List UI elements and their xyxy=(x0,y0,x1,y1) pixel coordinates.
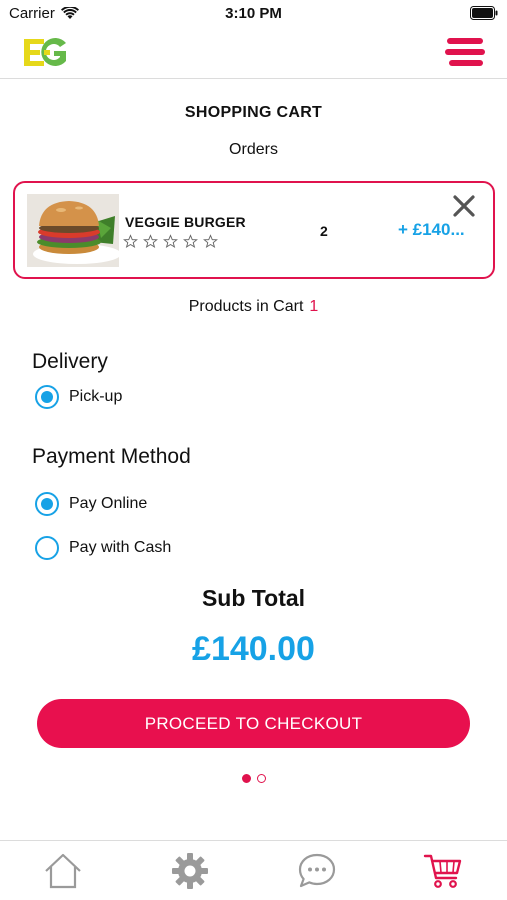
star-outline-icon[interactable] xyxy=(143,234,158,249)
payment-option-cash[interactable]: Pay with Cash xyxy=(35,535,171,561)
payment-method-heading: Payment Method xyxy=(32,445,191,468)
gear-icon[interactable] xyxy=(169,851,211,891)
radio-button-checked[interactable] xyxy=(35,492,59,516)
product-image xyxy=(27,194,119,267)
page-dot[interactable] xyxy=(256,774,266,783)
status-bar: Carrier 3:10 PM xyxy=(0,0,507,28)
page-indicator xyxy=(0,774,507,783)
shopping-cart-icon[interactable] xyxy=(422,851,464,891)
chat-bubble-icon[interactable] xyxy=(296,851,338,891)
page-title: SHOPPING CART xyxy=(184,104,323,121)
product-rating[interactable] xyxy=(123,234,218,249)
subtotal-label: Sub Total xyxy=(201,585,306,611)
product-name: VEGGIE BURGER xyxy=(125,214,246,230)
radio-button-checked[interactable] xyxy=(35,385,59,409)
payment-option-online[interactable]: Pay Online xyxy=(35,491,147,517)
close-icon[interactable] xyxy=(451,193,477,219)
battery-icon xyxy=(470,6,498,25)
proceed-to-checkout-button[interactable]: PROCEED TO CHECKOUT xyxy=(37,699,470,748)
star-outline-icon[interactable] xyxy=(123,234,138,249)
delivery-option-pickup[interactable]: Pick-up xyxy=(35,384,122,410)
star-outline-icon[interactable] xyxy=(183,234,198,249)
radio-button-unchecked[interactable] xyxy=(35,536,59,560)
star-outline-icon[interactable] xyxy=(203,234,218,249)
delivery-option-label: Pick-up xyxy=(69,388,123,405)
star-outline-icon[interactable] xyxy=(163,234,178,249)
app-logo-icon[interactable] xyxy=(22,34,68,75)
bottom-tab-bar xyxy=(0,840,507,900)
app-header xyxy=(0,28,507,79)
payment-option-label: Pay Online xyxy=(69,495,148,512)
cart-item-card: VEGGIE BURGER 2 + £140... xyxy=(13,181,495,279)
item-quantity: 2 xyxy=(320,223,328,239)
hamburger-menu-icon[interactable] xyxy=(445,36,485,68)
products-in-cart: Products in Cart 1 xyxy=(0,298,507,316)
page-dot-active[interactable] xyxy=(241,774,251,783)
status-time: 3:10 PM xyxy=(225,5,282,22)
delivery-heading: Delivery xyxy=(32,350,108,373)
home-icon[interactable] xyxy=(42,851,84,891)
payment-option-label: Pay with Cash xyxy=(69,539,172,556)
item-price: + £140... xyxy=(398,220,465,239)
page-subtitle: Orders xyxy=(229,141,278,158)
products-in-cart-count: 1 xyxy=(309,298,319,315)
subtotal-value: £140.00 xyxy=(192,630,315,668)
products-in-cart-label: Products in Cart xyxy=(188,298,304,315)
